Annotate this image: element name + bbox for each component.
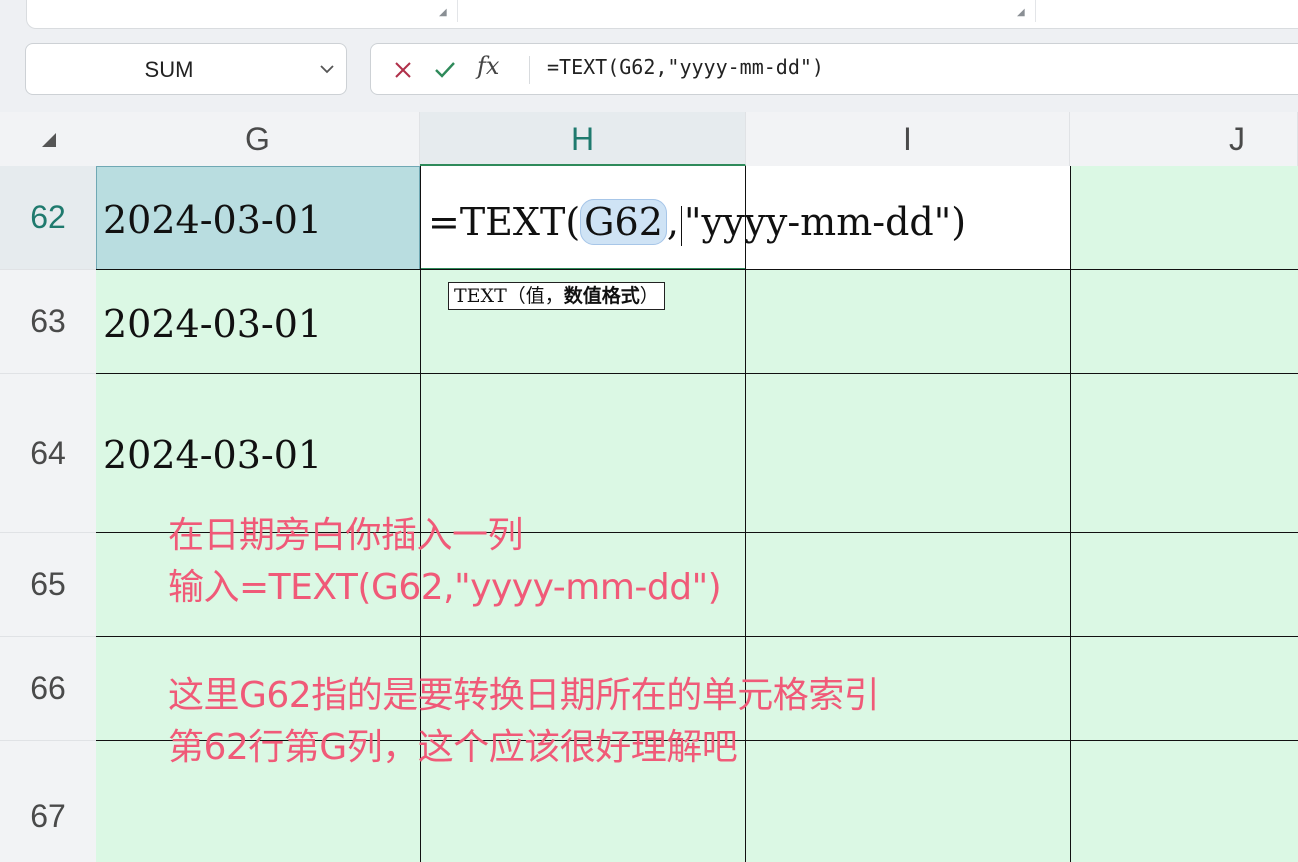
row-header-65[interactable]: 65 <box>0 533 96 637</box>
annotation-line-2: 输入=TEXT(G62,"yyyy-mm-dd") <box>168 567 722 608</box>
name-box-value: SUM <box>144 57 194 82</box>
row-header-67[interactable]: 67 <box>0 741 96 862</box>
column-header-i[interactable]: I <box>746 112 1070 166</box>
grid-line <box>96 636 1298 637</box>
grid-line <box>745 166 746 862</box>
text-caret <box>680 205 682 246</box>
formula-prefix: =TEXT( <box>428 200 581 244</box>
cell-g63-value: 2024-03-01 <box>103 302 323 346</box>
cell-g62-value: 2024-03-01 <box>103 198 323 242</box>
annotation-line-1: 在日期旁白你插入一列 <box>168 515 524 556</box>
tooltip-function-name: TEXT <box>454 285 507 307</box>
ribbon-expand-icon[interactable]: ◢ <box>439 8 449 18</box>
grid-line <box>1070 166 1071 862</box>
insert-function-icon[interactable]: fx <box>477 52 499 80</box>
row-header-64[interactable]: 64 <box>0 374 96 533</box>
cell-g64-value: 2024-03-01 <box>103 433 323 477</box>
column-header-h[interactable]: H <box>420 112 746 166</box>
column-header-g[interactable]: G <box>96 112 420 166</box>
formula-bar: fx =TEXT(G62,"yyyy-mm-dd") <box>370 43 1298 95</box>
formula-bar-divider <box>529 56 530 84</box>
column-header-j[interactable]: J <box>1070 112 1298 166</box>
name-box[interactable]: SUM <box>25 43 347 95</box>
grid-line <box>96 269 1298 270</box>
chevron-down-icon[interactable] <box>318 60 336 78</box>
tooltip-args-close: ） <box>639 285 659 307</box>
cancel-icon[interactable] <box>391 58 415 82</box>
ribbon-strip: ◢ ◢ <box>26 0 1298 29</box>
function-argument-tooltip: TEXT（值，数值格式） <box>448 282 665 310</box>
formula-comma: , <box>666 200 679 244</box>
row-header-66[interactable]: 66 <box>0 637 96 741</box>
row-header-63[interactable]: 63 <box>0 270 96 374</box>
in-cell-formula-editor[interactable]: =TEXT(G62, "yyyy-mm-dd") <box>428 199 967 246</box>
formula-suffix: "yyyy-mm-dd") <box>683 200 967 244</box>
select-all-icon <box>42 133 56 147</box>
grid-line <box>96 373 1298 374</box>
confirm-check-icon[interactable] <box>433 58 457 82</box>
annotation-line-3: 这里G62指的是要转换日期所在的单元格索引 <box>168 675 880 716</box>
tooltip-current-arg: 数值格式 <box>563 285 640 307</box>
formula-input[interactable]: =TEXT(G62,"yyyy-mm-dd") <box>547 55 824 79</box>
tooltip-args-open: （值， <box>506 285 564 307</box>
row-header-62[interactable]: 62 <box>0 166 96 270</box>
ribbon-expand-icon[interactable]: ◢ <box>1017 8 1027 18</box>
ribbon-divider <box>457 0 458 22</box>
cell-reference-highlight[interactable]: G62 <box>580 199 667 245</box>
annotation-line-4: 第62行第G列，这个应该很好理解吧 <box>168 727 738 768</box>
ribbon-divider <box>1035 0 1036 22</box>
